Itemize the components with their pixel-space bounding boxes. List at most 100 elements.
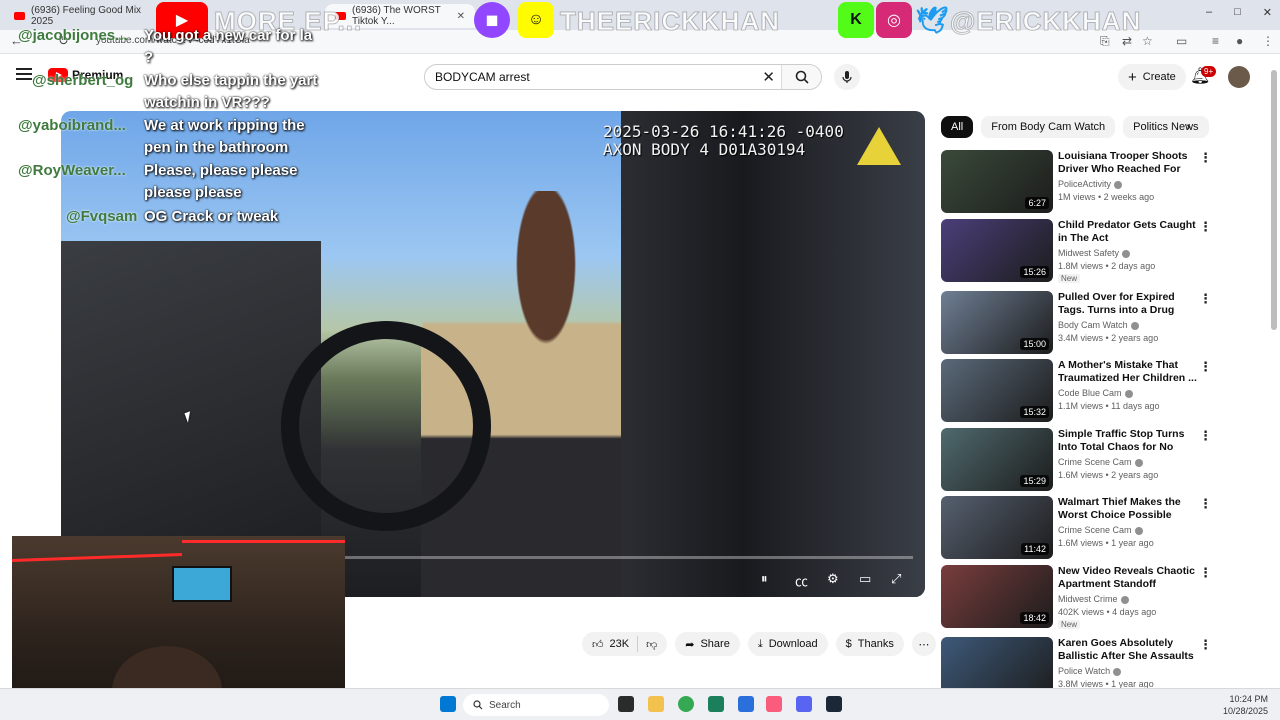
windows-start-icon[interactable]	[440, 696, 456, 712]
related-video-item[interactable]: 18:42 New Video Reveals Chaotic Apartment…	[941, 565, 1212, 629]
channel-label: Police Watch	[1058, 666, 1111, 676]
video-thumbnail[interactable]: 6:27	[941, 150, 1053, 213]
video-title[interactable]: Louisiana Trooper Shoots Driver Who Reac…	[1058, 150, 1198, 177]
video-thumbnail[interactable]: 18:42	[941, 565, 1053, 628]
create-button[interactable]: + Create	[1118, 64, 1186, 90]
windows-taskbar: Search 10:24 PM 10/28/2025	[0, 688, 1280, 720]
chip-all[interactable]: All	[941, 116, 974, 138]
video-title[interactable]: Walmart Thief Makes the Worst Choice Pos…	[1058, 496, 1198, 522]
channel-name[interactable]: Crime Scene Cam	[1058, 457, 1143, 467]
youtube-favicon-icon	[14, 12, 25, 20]
fullscreen-icon[interactable]: ⤢	[891, 571, 901, 587]
more-actions-button[interactable]: ⋯	[911, 632, 936, 656]
chat-message-text: Please, please please please please	[144, 160, 314, 204]
video-thumbnail[interactable]: 11:42	[941, 496, 1053, 559]
clear-search-icon[interactable]: ✕	[762, 68, 775, 86]
autoplay-toggle[interactable]: ⏸︎	[761, 571, 768, 587]
sidebar-icon[interactable]: ▭	[1176, 34, 1187, 48]
search-input[interactable]: BODYCAM arrest	[435, 70, 530, 84]
channel-name[interactable]: Midwest Crime	[1058, 594, 1129, 604]
app-icon[interactable]	[708, 696, 724, 712]
chat-message-text: We at work ripping the pen in the bathro…	[144, 115, 334, 159]
video-title[interactable]: Karen Goes Absolutely Ballistic After Sh…	[1058, 637, 1198, 664]
minimize-button[interactable]: –	[1206, 6, 1212, 19]
more-vertical-icon[interactable]: ⋮	[1199, 219, 1212, 235]
download-label: Download	[768, 638, 818, 650]
video-title[interactable]: Pulled Over for Expired Tags. Turns into…	[1058, 291, 1198, 318]
related-video-item[interactable]: 15:32 A Mother's Mistake That Traumatized…	[941, 359, 1212, 423]
download-button[interactable]: ⤓ Download	[747, 632, 828, 656]
task-view-icon[interactable]	[618, 696, 634, 712]
search-box[interactable]: BODYCAM arrest ✕	[424, 64, 822, 90]
media-controls-icon[interactable]: ≡	[1212, 34, 1219, 48]
more-vertical-icon[interactable]: ⋮	[1199, 359, 1212, 375]
menu-icon[interactable]	[16, 68, 32, 80]
related-video-item[interactable]: 6:27 Louisiana Trooper Shoots Driver Who …	[941, 150, 1212, 214]
thanks-label: Thanks	[857, 638, 894, 650]
more-vertical-icon[interactable]: ⋮	[1199, 496, 1212, 512]
chip-from-channel[interactable]: From Body Cam Watch	[981, 116, 1116, 138]
more-vertical-icon[interactable]: ⋮	[1199, 150, 1212, 166]
avatar[interactable]	[1228, 66, 1250, 88]
scrollbar-thumb[interactable]	[1271, 70, 1277, 330]
channel-name[interactable]: Crime Scene Cam	[1058, 525, 1143, 535]
related-video-item[interactable]: 11:42 Walmart Thief Makes the Worst Choic…	[941, 496, 1212, 560]
chat-text: We at work ripping the pen in the bathro…	[144, 117, 305, 156]
chat-message: @RoyWeaver...	[18, 160, 126, 182]
related-video-item[interactable]: 15:29 Simple Traffic Stop Turns Into Tota…	[941, 428, 1212, 492]
chip-politics-news[interactable]: Politics News	[1123, 116, 1209, 138]
settings-gear-icon[interactable]: ⚙	[827, 571, 839, 587]
clock-time: 10:24 PM	[1229, 694, 1268, 704]
video-title[interactable]: A Mother's Mistake That Traumatized Her …	[1058, 359, 1198, 385]
channel-name[interactable]: Code Blue Cam	[1058, 388, 1133, 398]
browser-menu-icon[interactable]: ⋮	[1262, 34, 1274, 48]
video-duration: 15:29	[1020, 475, 1049, 487]
video-duration: 11:42	[1021, 543, 1049, 555]
captions-icon[interactable]: ㏄	[795, 571, 808, 590]
thumbs-down-icon[interactable]: 👎︎	[646, 638, 657, 651]
steam-icon[interactable]	[826, 696, 842, 712]
kick-icon: K	[838, 2, 874, 38]
video-thumbnail[interactable]: 15:00	[941, 291, 1053, 354]
search-button[interactable]	[781, 65, 821, 89]
video-title[interactable]: Simple Traffic Stop Turns Into Total Cha…	[1058, 428, 1198, 455]
channel-name[interactable]: PoliceActivity	[1058, 179, 1123, 189]
new-badge: New	[1058, 620, 1081, 629]
chrome-icon[interactable]	[678, 696, 694, 712]
taskbar-search[interactable]: Search	[463, 694, 609, 716]
channel-name[interactable]: Police Watch	[1058, 666, 1122, 676]
system-clock[interactable]: 10:24 PM 10/28/2025	[1223, 693, 1268, 717]
related-video-item[interactable]: 15:00 Pulled Over for Expired Tags. Turns…	[941, 291, 1212, 355]
thanks-button[interactable]: $ Thanks	[835, 632, 904, 656]
video-title[interactable]: Child Predator Gets Caught in The Act	[1058, 219, 1198, 245]
like-button[interactable]: 👍︎ 23K 👎︎	[582, 632, 668, 656]
video-title[interactable]: New Video Reveals Chaotic Apartment Stan…	[1058, 565, 1198, 591]
more-vertical-icon[interactable]: ⋮	[1199, 291, 1212, 307]
microphone-icon	[842, 71, 852, 83]
maximize-button[interactable]: □	[1234, 6, 1241, 19]
file-explorer-icon[interactable]	[648, 696, 664, 712]
more-vertical-icon[interactable]: ⋮	[1199, 428, 1212, 444]
theater-mode-icon[interactable]: ▭	[859, 571, 871, 587]
mail-icon[interactable]	[738, 696, 754, 712]
profile-icon[interactable]: ●	[1236, 34, 1243, 48]
channel-name[interactable]: Midwest Safety	[1058, 248, 1131, 258]
voice-search-button[interactable]	[834, 64, 860, 90]
instagram-icon: ◎	[876, 2, 912, 38]
itunes-icon[interactable]	[766, 696, 782, 712]
video-meta: 402K views • 4 days ago	[1058, 607, 1157, 617]
page-scrollbar[interactable]	[1270, 60, 1278, 688]
more-vertical-icon[interactable]: ⋮	[1199, 637, 1212, 653]
channel-name[interactable]: Body Cam Watch	[1058, 320, 1139, 330]
video-thumbnail[interactable]: 15:32	[941, 359, 1053, 422]
discord-icon[interactable]	[796, 696, 812, 712]
video-thumbnail[interactable]: 15:26	[941, 219, 1053, 282]
more-vertical-icon[interactable]: ⋮	[1199, 565, 1212, 581]
share-button[interactable]: ➦ Share	[675, 632, 740, 656]
channel-label: Crime Scene Cam	[1058, 457, 1132, 467]
verified-check-icon	[1134, 458, 1143, 467]
chevron-right-icon[interactable]: ›	[1186, 118, 1191, 134]
close-window-button[interactable]: ✕	[1263, 6, 1272, 19]
video-thumbnail[interactable]: 15:29	[941, 428, 1053, 491]
related-video-item[interactable]: 15:26 Child Predator Gets Caught in The A…	[941, 219, 1212, 283]
